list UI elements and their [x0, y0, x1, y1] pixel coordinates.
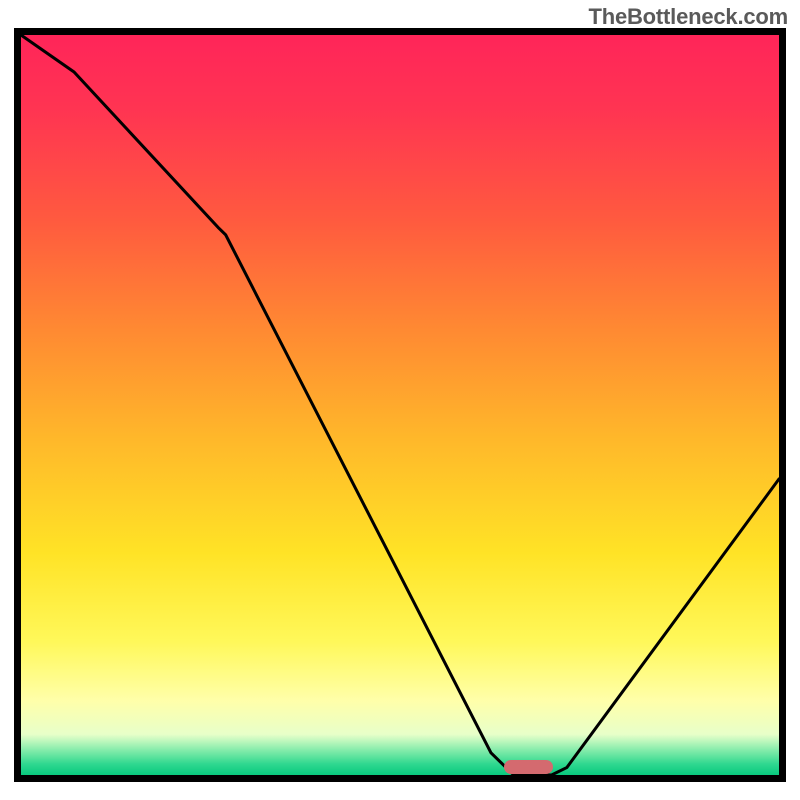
bottleneck-curve	[21, 35, 779, 775]
chart-container: TheBottleneck.com	[0, 0, 800, 800]
chart-frame	[14, 28, 786, 782]
optimal-range-marker	[504, 760, 553, 773]
watermark-text: TheBottleneck.com	[588, 4, 788, 30]
